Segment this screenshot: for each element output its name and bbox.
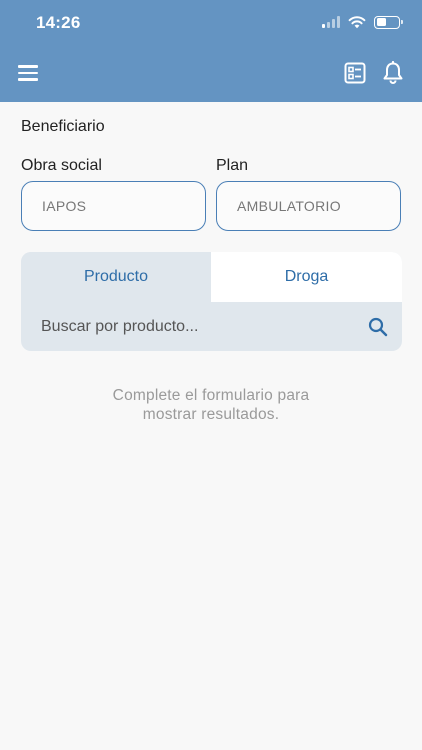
tab-producto[interactable]: Producto <box>21 252 211 302</box>
beneficiario-label: Beneficiario <box>21 118 105 135</box>
obra-social-label: Obra social <box>21 157 102 174</box>
cellular-signal-icon <box>322 16 340 28</box>
wifi-icon <box>348 16 366 29</box>
empty-state-line-1: Complete el formulario para <box>112 387 310 404</box>
status-time: 14:26 <box>36 13 81 32</box>
search-icon[interactable] <box>368 317 388 337</box>
plan-field[interactable]: AMBULATORIO <box>216 181 401 231</box>
app-header: 14:26 <box>0 0 422 102</box>
empty-state-line-2: mostrar resultados. <box>142 406 280 423</box>
battery-icon <box>374 15 403 29</box>
status-icons <box>322 14 403 30</box>
empty-state-message: Complete el formulario para mostrar resu… <box>0 386 422 424</box>
tab-droga[interactable]: Droga <box>211 252 402 302</box>
search-input[interactable] <box>21 302 402 351</box>
checklist-icon[interactable] <box>344 62 366 84</box>
hamburger-menu-icon[interactable] <box>18 62 40 84</box>
obra-social-field[interactable]: IAPOS <box>21 181 206 231</box>
bell-icon[interactable] <box>382 61 404 85</box>
plan-label: Plan <box>216 157 249 174</box>
search-card: Producto Droga <box>21 252 402 351</box>
